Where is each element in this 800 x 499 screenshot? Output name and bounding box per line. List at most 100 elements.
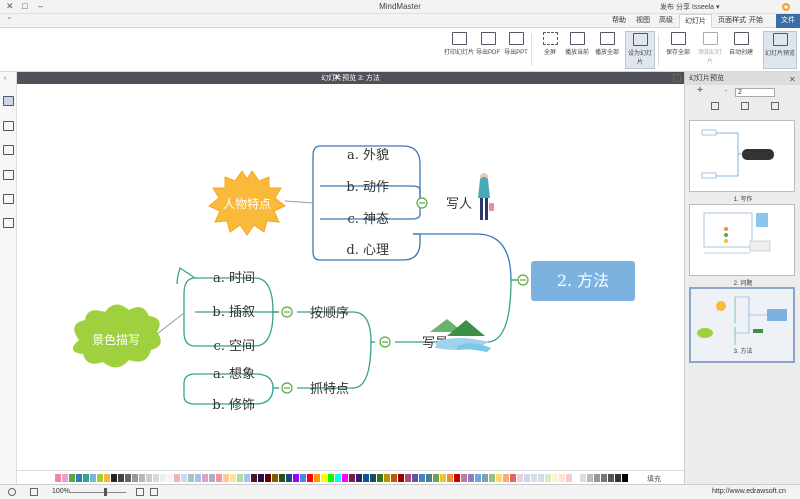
color-swatch[interactable]	[447, 474, 453, 482]
color-swatch[interactable]	[377, 474, 383, 482]
auto-create-button[interactable]: 自动创建	[727, 31, 755, 69]
color-swatch[interactable]	[419, 474, 425, 482]
color-swatch[interactable]	[174, 474, 180, 482]
color-swatch[interactable]	[517, 474, 523, 482]
color-swatch[interactable]	[300, 474, 306, 482]
export-pdf-button[interactable]: 导出PDF	[474, 31, 502, 69]
color-swatch[interactable]	[83, 474, 89, 482]
color-swatch[interactable]	[111, 474, 117, 482]
color-swatch[interactable]	[286, 474, 292, 482]
quick-access-toolbar[interactable]: 发布 分享 Isseela ▾	[660, 2, 720, 12]
color-swatch[interactable]	[461, 474, 467, 482]
color-swatch[interactable]	[132, 474, 138, 482]
person-item-expression[interactable]: c. 神态	[347, 212, 389, 227]
color-swatch[interactable]	[482, 474, 488, 482]
set-slide-button[interactable]: 设为幻灯片	[625, 31, 655, 69]
color-swatch[interactable]	[412, 474, 418, 482]
color-swatch[interactable]	[202, 474, 208, 482]
color-swatch[interactable]	[433, 474, 439, 482]
fullscreen-button[interactable]: 全屏	[536, 31, 564, 69]
color-swatch[interactable]	[216, 474, 222, 482]
layout-icon[interactable]	[150, 488, 158, 496]
color-swatch[interactable]	[188, 474, 194, 482]
zoom-slider-handle[interactable]	[104, 488, 107, 496]
color-swatch[interactable]	[146, 474, 152, 482]
color-swatch[interactable]	[321, 474, 327, 482]
color-swatch[interactable]	[440, 474, 446, 482]
panel-toggle-icon[interactable]	[673, 74, 681, 82]
slide-thumbnail-2[interactable]	[689, 204, 795, 276]
pin-icon[interactable]	[3, 96, 14, 106]
maximize-button[interactable]: □	[22, 1, 27, 11]
status-info-icon[interactable]	[8, 488, 16, 496]
add-slide-plus-button[interactable]: +	[697, 85, 703, 96]
save-icon[interactable]	[3, 170, 14, 180]
color-swatch[interactable]	[538, 474, 544, 482]
color-swatch[interactable]	[69, 474, 75, 482]
person-item-appearance[interactable]: a. 外貌	[347, 148, 389, 163]
color-swatch[interactable]	[237, 474, 243, 482]
color-swatch[interactable]	[356, 474, 362, 482]
color-swatch[interactable]	[125, 474, 131, 482]
color-swatch[interactable]	[104, 474, 110, 482]
color-swatch[interactable]	[223, 474, 229, 482]
color-swatch[interactable]	[307, 474, 313, 482]
color-swatch[interactable]	[90, 474, 96, 482]
color-swatch[interactable]	[62, 474, 68, 482]
color-swatch[interactable]	[335, 474, 341, 482]
color-swatch[interactable]	[328, 474, 334, 482]
person-item-action[interactable]: b. 动作	[346, 180, 389, 195]
document-tab[interactable]: 幻灯片预览 3: 方法 ✕	[17, 72, 684, 84]
color-swatch[interactable]	[489, 474, 495, 482]
color-swatch[interactable]	[209, 474, 215, 482]
color-swatch[interactable]	[559, 474, 565, 482]
fit-page-icon[interactable]	[30, 488, 38, 496]
color-swatch[interactable]	[601, 474, 607, 482]
color-swatch[interactable]	[279, 474, 285, 482]
scene-order-text[interactable]: 按顺序	[310, 306, 349, 321]
fullscreen-small-icon[interactable]	[136, 488, 144, 496]
scene-order-item-space[interactable]: c. 空间	[213, 339, 255, 354]
document-tab-close-icon[interactable]: ✕	[333, 72, 341, 83]
color-swatch[interactable]	[167, 474, 173, 482]
zoom-slider[interactable]	[68, 492, 126, 493]
person-branch-text[interactable]: 写人	[446, 197, 472, 212]
color-swatch[interactable]	[384, 474, 390, 482]
color-swatch[interactable]	[580, 474, 586, 482]
outline-icon[interactable]	[3, 121, 14, 131]
color-swatch[interactable]	[314, 474, 320, 482]
color-swatch[interactable]	[496, 474, 502, 482]
person-item-psychology[interactable]: d. 心理	[346, 243, 389, 258]
color-swatch[interactable]	[552, 474, 558, 482]
color-swatch[interactable]	[76, 474, 82, 482]
play-current-button[interactable]: 播放当前	[563, 31, 591, 69]
color-swatch[interactable]	[251, 474, 257, 482]
color-swatch[interactable]	[265, 474, 271, 482]
export-ppt-button[interactable]: 导出PPT	[502, 31, 530, 69]
home-icon[interactable]	[3, 145, 14, 155]
color-swatch[interactable]	[118, 474, 124, 482]
status-url[interactable]: http://www.edrawsoft.cn	[712, 488, 786, 495]
play-all-button[interactable]: 播放全部	[593, 31, 621, 69]
color-swatch[interactable]	[587, 474, 593, 482]
scene-order-item-time[interactable]: a. 时间	[213, 271, 255, 286]
scene-order-item-insert[interactable]: b. 插叙	[212, 305, 255, 320]
slide-count-field[interactable]: 2	[735, 88, 775, 97]
tab-advanced[interactable]: 高级	[654, 14, 678, 28]
slide-thumbnail-1[interactable]	[689, 120, 795, 192]
color-swatch[interactable]	[566, 474, 572, 482]
color-swatch[interactable]	[244, 474, 250, 482]
color-swatch[interactable]	[594, 474, 600, 482]
color-swatch[interactable]	[391, 474, 397, 482]
tab-slides[interactable]: 幻灯片	[679, 14, 712, 29]
color-swatch[interactable]	[622, 474, 628, 482]
tab-help[interactable]: 帮助	[607, 14, 631, 28]
color-swatch[interactable]	[405, 474, 411, 482]
close-button[interactable]: ✕	[6, 1, 14, 12]
color-swatch[interactable]	[363, 474, 369, 482]
slide-option-icon[interactable]	[711, 102, 719, 110]
color-swatch[interactable]	[139, 474, 145, 482]
color-swatch[interactable]	[398, 474, 404, 482]
tab-file[interactable]: 文件	[776, 14, 800, 28]
slide-option-icon[interactable]	[741, 102, 749, 110]
